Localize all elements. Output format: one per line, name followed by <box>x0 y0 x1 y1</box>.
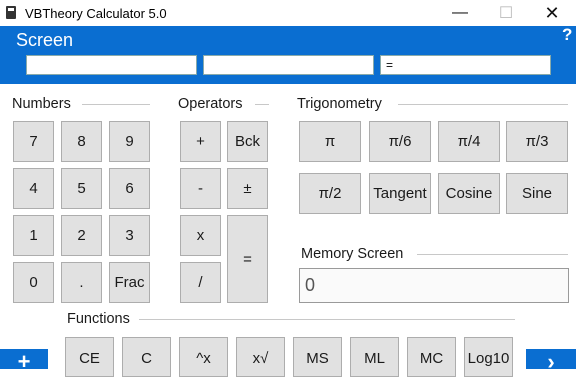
key-decimal[interactable]: . <box>61 262 102 303</box>
key-clear[interactable]: C <box>122 337 171 377</box>
operators-group-line <box>255 104 269 105</box>
key-pi-over-2[interactable]: π/2 <box>299 173 361 214</box>
key-power[interactable]: ^x <box>179 337 228 377</box>
key-fraction[interactable]: Frac <box>109 262 150 303</box>
key-add[interactable]: + <box>180 121 221 162</box>
maximize-button[interactable]: ☐ <box>483 0 529 26</box>
key-clear-entry[interactable]: CE <box>65 337 114 377</box>
key-memory-store[interactable]: MS <box>293 337 342 377</box>
numbers-group-label: Numbers <box>12 96 71 112</box>
key-plus-minus[interactable]: ± <box>227 168 268 209</box>
key-memory-load[interactable]: ML <box>350 337 399 377</box>
memory-screen-display[interactable]: 0 <box>299 268 569 303</box>
memory-screen-label: Memory Screen <box>301 246 404 262</box>
previous-page-button[interactable]: + <box>0 349 48 369</box>
calculator-app-icon <box>6 6 16 19</box>
numbers-group-line <box>82 104 150 105</box>
key-2[interactable]: 2 <box>61 215 102 256</box>
screen-label: Screen <box>16 30 74 50</box>
key-9[interactable]: 9 <box>109 121 150 162</box>
functions-group-line <box>139 319 515 320</box>
help-button[interactable]: ? <box>562 25 572 45</box>
next-page-button[interactable]: › <box>526 349 576 369</box>
key-0[interactable]: 0 <box>13 262 54 303</box>
first-operand-field[interactable] <box>26 55 197 75</box>
key-6[interactable]: 6 <box>109 168 150 209</box>
key-sine[interactable]: Sine <box>506 173 568 214</box>
second-operand-field[interactable] <box>203 55 374 75</box>
key-5[interactable]: 5 <box>61 168 102 209</box>
key-divide[interactable]: / <box>180 262 221 303</box>
key-root[interactable]: x√ <box>236 337 285 377</box>
close-button[interactable]: ✕ <box>529 0 575 26</box>
key-subtract[interactable]: - <box>180 168 221 209</box>
key-1[interactable]: 1 <box>13 215 54 256</box>
key-equals[interactable]: = <box>227 215 268 303</box>
result-field[interactable]: = <box>380 55 551 75</box>
minimize-button[interactable]: — <box>437 0 483 26</box>
trigonometry-group-label: Trigonometry <box>297 96 382 112</box>
key-pi[interactable]: π <box>299 121 361 162</box>
key-7[interactable]: 7 <box>13 121 54 162</box>
key-pi-over-3[interactable]: π/3 <box>506 121 568 162</box>
memory-screen-line <box>417 254 568 255</box>
key-cosine[interactable]: Cosine <box>438 173 500 214</box>
key-pi-over-4[interactable]: π/4 <box>438 121 500 162</box>
key-multiply[interactable]: x <box>180 215 221 256</box>
key-backspace[interactable]: Bck <box>227 121 268 162</box>
key-8[interactable]: 8 <box>61 121 102 162</box>
key-memory-clear[interactable]: MC <box>407 337 456 377</box>
functions-group-label: Functions <box>67 311 130 327</box>
key-4[interactable]: 4 <box>13 168 54 209</box>
key-pi-over-6[interactable]: π/6 <box>369 121 431 162</box>
key-tangent[interactable]: Tangent <box>369 173 431 214</box>
operators-group-label: Operators <box>178 96 243 112</box>
window-title: VBTheory Calculator 5.0 <box>25 6 167 21</box>
trigonometry-group-line <box>398 104 568 105</box>
key-log10[interactable]: Log10 <box>464 337 513 377</box>
key-3[interactable]: 3 <box>109 215 150 256</box>
